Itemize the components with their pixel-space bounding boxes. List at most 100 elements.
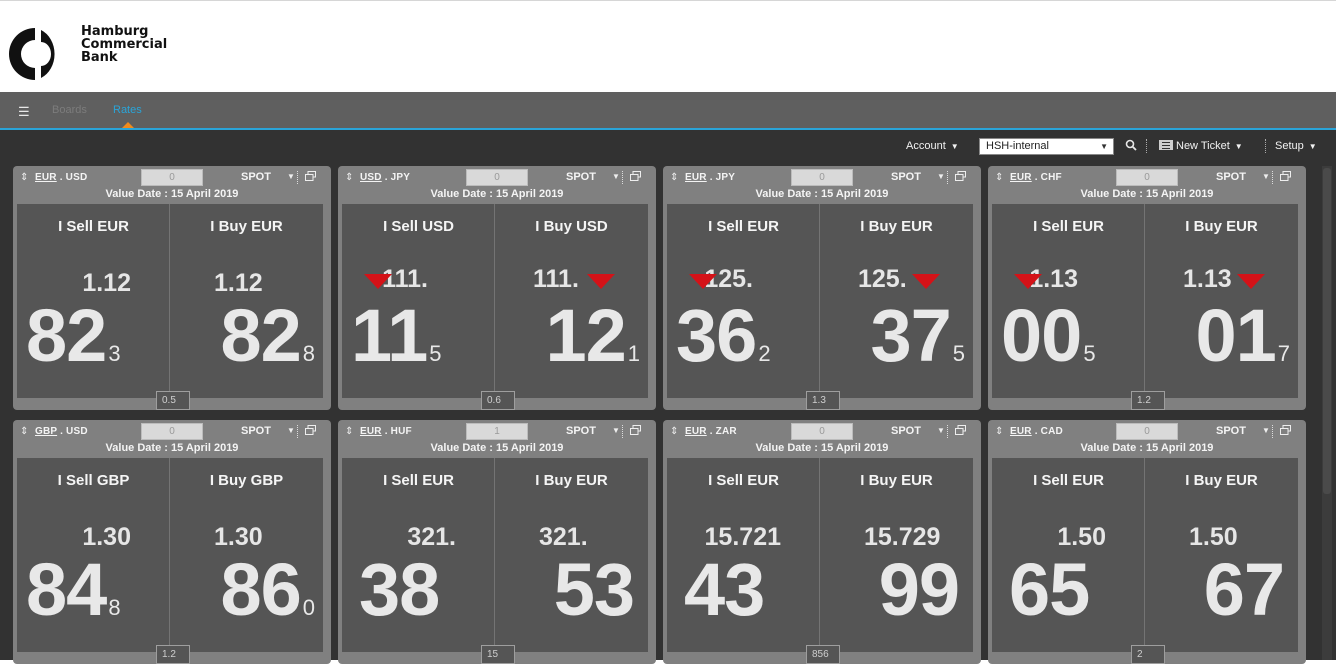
swap-pair-icon[interactable]: ⇕ — [670, 172, 678, 183]
big-figure: 1.50 — [1189, 523, 1238, 551]
popout-window-icon[interactable] — [955, 425, 966, 435]
new-ticket-button[interactable]: New Ticket ▼ — [1159, 140, 1243, 153]
tenor-dropdown-icon[interactable]: ▼ — [1262, 426, 1270, 435]
popout-window-icon[interactable] — [630, 425, 641, 435]
swap-pair-icon[interactable]: ⇕ — [20, 172, 28, 183]
rate-tile-eur-zar: ⇕ EUR . ZAR 0 SPOT ▼ Value Date : 15 April 20… — [663, 420, 981, 664]
popout-window-icon[interactable] — [630, 171, 641, 181]
tenor-label[interactable]: SPOT — [891, 425, 921, 437]
buy-label: I Buy USD — [535, 218, 608, 235]
tab-boards[interactable]: Boards — [52, 104, 87, 116]
pips-value: 65 — [1009, 552, 1091, 646]
sell-price-button[interactable]: I Sell USD 111. 115 — [342, 204, 495, 398]
scrollbar-thumb[interactable] — [1323, 168, 1331, 494]
buy-price-button[interactable]: I Buy EUR 1.50 67 — [1145, 458, 1298, 652]
tenor-dropdown-icon[interactable]: ▼ — [937, 172, 945, 181]
amount-input[interactable]: 0 — [1116, 423, 1178, 440]
pips-value: 005 — [1001, 298, 1096, 392]
account-menu[interactable]: Account ▼ — [906, 140, 959, 153]
pair-separator: . — [1031, 426, 1041, 437]
spread-value: 1.2 — [1131, 391, 1165, 410]
amount-input[interactable]: 1 — [466, 423, 528, 440]
swap-pair-icon[interactable]: ⇕ — [995, 426, 1003, 437]
swap-pair-icon[interactable]: ⇕ — [345, 172, 353, 183]
tenor-dropdown-icon[interactable]: ▼ — [612, 426, 620, 435]
buy-price-button[interactable]: I Buy EUR 15.729 99 — [820, 458, 973, 652]
popout-window-icon[interactable] — [955, 171, 966, 181]
tenor-dropdown-icon[interactable]: ▼ — [937, 426, 945, 435]
price-down-arrow-icon — [912, 274, 940, 289]
tenor-label[interactable]: SPOT — [566, 171, 596, 183]
value-date: Value Date : 15 April 2019 — [430, 442, 564, 454]
base-currency-link[interactable]: EUR — [360, 426, 382, 437]
pips-digits: 36 — [676, 294, 757, 377]
pips-digits: 84 — [26, 548, 107, 631]
buy-price-button[interactable]: I Buy EUR 125. 375 — [820, 204, 973, 398]
sell-price-button[interactable]: I Sell EUR 1.50 65 — [992, 458, 1145, 652]
fractional-pip: 2 — [758, 341, 771, 366]
pair-separator: . — [706, 426, 716, 437]
amount-input[interactable]: 0 — [141, 423, 203, 440]
swap-pair-icon[interactable]: ⇕ — [670, 426, 678, 437]
sell-price-button[interactable]: I Sell EUR 1.12 823 — [17, 204, 170, 398]
tenor-dropdown-icon[interactable]: ▼ — [1262, 172, 1270, 181]
tenor-dropdown-icon[interactable]: ▼ — [287, 172, 295, 181]
setup-menu[interactable]: Setup ▼ — [1275, 140, 1317, 153]
tile-header: ⇕ EUR . USD 0 SPOT ▼ Value Date : 15 April 20… — [13, 166, 331, 202]
sell-price-button[interactable]: I Sell EUR 125. 362 — [667, 204, 820, 398]
tenor-label[interactable]: SPOT — [566, 425, 596, 437]
buy-price-button[interactable]: I Buy EUR 1.12 828 — [170, 204, 323, 398]
amount-input[interactable]: 0 — [141, 169, 203, 186]
amount-input[interactable]: 0 — [791, 423, 853, 440]
buy-label: I Buy GBP — [209, 472, 284, 489]
sell-label: I Sell EUR — [708, 218, 779, 235]
popout-window-icon[interactable] — [305, 425, 316, 435]
base-currency-link[interactable]: EUR — [1010, 426, 1032, 437]
buy-price-button[interactable]: I Buy EUR 321. 53 — [495, 458, 648, 652]
value-date: Value Date : 15 April 2019 — [755, 442, 889, 454]
spread-value: 0.6 — [481, 391, 515, 410]
tenor-label[interactable]: SPOT — [1216, 425, 1246, 437]
tenor-label[interactable]: SPOT — [241, 171, 271, 183]
base-currency-link[interactable]: GBP — [35, 426, 57, 437]
tenor-dropdown-icon[interactable]: ▼ — [287, 426, 295, 435]
swap-pair-icon[interactable]: ⇕ — [345, 426, 353, 437]
account-select[interactable]: HSH-internal ▼ — [979, 138, 1114, 155]
base-currency-link[interactable]: EUR — [35, 172, 57, 183]
big-figure: 15.729 — [864, 523, 941, 551]
pips-digits: 65 — [1009, 548, 1090, 631]
header-separator — [622, 425, 623, 438]
popout-window-icon[interactable] — [305, 171, 316, 181]
base-currency-link[interactable]: EUR — [1010, 172, 1032, 183]
buy-price-button[interactable]: I Buy GBP 1.30 860 — [170, 458, 323, 652]
currency-pair: EUR . JPY — [685, 172, 735, 183]
popout-window-icon[interactable] — [1280, 425, 1291, 435]
hamburger-menu-icon[interactable]: ☰ — [18, 105, 30, 118]
tenor-label[interactable]: SPOT — [891, 171, 921, 183]
currency-pair: EUR . CHF — [1010, 172, 1062, 183]
magnifier-icon[interactable] — [1124, 138, 1140, 154]
buy-price-button[interactable]: I Buy USD 111. 121 — [495, 204, 648, 398]
popout-window-icon[interactable] — [1280, 171, 1291, 181]
amount-input[interactable]: 0 — [1116, 169, 1178, 186]
quote-currency: USD — [65, 172, 88, 183]
sell-price-button[interactable]: I Sell EUR 1.13 005 — [992, 204, 1145, 398]
price-down-arrow-icon — [364, 274, 392, 289]
sell-price-button[interactable]: I Sell EUR 15.721 43 — [667, 458, 820, 652]
swap-pair-icon[interactable]: ⇕ — [20, 426, 28, 437]
swap-pair-icon[interactable]: ⇕ — [995, 172, 1003, 183]
tenor-label[interactable]: SPOT — [1216, 171, 1246, 183]
base-currency-link[interactable]: EUR — [685, 426, 707, 437]
tenor-label[interactable]: SPOT — [241, 425, 271, 437]
sell-price-button[interactable]: I Sell EUR 321. 38 — [342, 458, 495, 652]
base-currency-link[interactable]: USD — [360, 172, 382, 183]
buy-price-button[interactable]: I Buy EUR 1.13 017 — [1145, 204, 1298, 398]
amount-input[interactable]: 0 — [466, 169, 528, 186]
amount-input[interactable]: 0 — [791, 169, 853, 186]
tab-rates[interactable]: Rates — [113, 104, 142, 116]
currency-pair: EUR . USD — [35, 172, 87, 183]
tenor-dropdown-icon[interactable]: ▼ — [612, 172, 620, 181]
base-currency-link[interactable]: EUR — [685, 172, 707, 183]
pair-separator: . — [56, 172, 66, 183]
sell-price-button[interactable]: I Sell GBP 1.30 848 — [17, 458, 170, 652]
